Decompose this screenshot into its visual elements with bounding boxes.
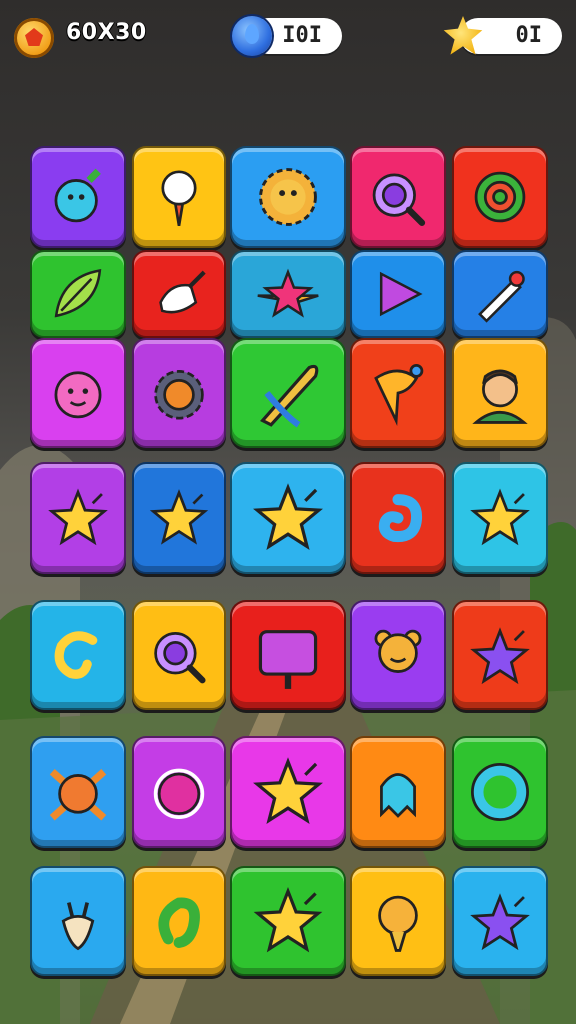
- orb-icon: [134, 738, 224, 846]
- game-tile[interactable]: [350, 866, 446, 976]
- game-tile[interactable]: [452, 600, 548, 710]
- game-tile[interactable]: [30, 250, 126, 338]
- play-triangle-icon: [352, 252, 444, 336]
- game-tile[interactable]: [132, 462, 226, 574]
- swirl-c-icon: [32, 602, 124, 708]
- game-tile[interactable]: [350, 462, 446, 574]
- game-tile[interactable]: [230, 736, 346, 848]
- game-tile[interactable]: [30, 338, 126, 448]
- ring-icon: [454, 738, 546, 846]
- pencil-icon: [454, 252, 546, 336]
- game-tile[interactable]: [30, 146, 126, 248]
- game-tile[interactable]: [452, 866, 548, 976]
- game-tile[interactable]: [30, 866, 126, 976]
- game-tile[interactable]: [230, 462, 346, 574]
- target-icon: [454, 148, 546, 246]
- water-drop-icon: [232, 16, 272, 56]
- lightbulb-icon: [352, 868, 444, 974]
- star-icon: [134, 464, 224, 572]
- game-tile[interactable]: [350, 146, 446, 248]
- game-tile[interactable]: [452, 338, 548, 448]
- game-tile[interactable]: [132, 736, 226, 848]
- swirl-icon: [352, 464, 444, 572]
- game-tile[interactable]: [452, 462, 548, 574]
- blue-creature-icon: [32, 148, 124, 246]
- coin-counter: 60X30: [66, 20, 147, 45]
- game-tile[interactable]: [230, 338, 346, 448]
- game-tile[interactable]: [230, 600, 346, 710]
- balloon-face-icon: [134, 148, 224, 246]
- drops-counter: I0I: [282, 23, 322, 48]
- star-icon: [232, 464, 344, 572]
- game-tile[interactable]: [30, 462, 126, 574]
- stars-counter: 0I: [515, 23, 543, 48]
- magnifier-icon: [352, 148, 444, 246]
- sign-icon: [232, 602, 344, 708]
- gear-face-icon: [134, 340, 224, 446]
- game-tile[interactable]: [230, 250, 346, 338]
- ghost-icon: [352, 738, 444, 846]
- game-tile[interactable]: [132, 600, 226, 710]
- bear-face-icon: [352, 602, 444, 708]
- game-tile[interactable]: [452, 736, 548, 848]
- game-tile[interactable]: [230, 146, 346, 248]
- pick-icon: [134, 252, 224, 336]
- game-tile[interactable]: [132, 146, 226, 248]
- bunny-icon: [32, 868, 124, 974]
- game-tile[interactable]: [350, 250, 446, 338]
- star-icon: [232, 738, 344, 846]
- game-tile[interactable]: [230, 866, 346, 976]
- purple-star-icon: [454, 868, 546, 974]
- star-icon: [232, 868, 344, 974]
- game-tile[interactable]: [30, 600, 126, 710]
- letter-a-icon: [134, 868, 224, 974]
- sun-face-icon: [232, 148, 344, 246]
- tree-icon: [352, 340, 444, 446]
- game-tile[interactable]: [452, 146, 548, 248]
- crossbones-face-icon: [32, 738, 124, 846]
- boy-avatar-icon: [454, 340, 546, 446]
- game-tile[interactable]: [350, 600, 446, 710]
- game-tile[interactable]: [30, 736, 126, 848]
- game-tile[interactable]: [452, 250, 548, 338]
- top-hud: 60X30 I0I 0I: [0, 14, 576, 62]
- game-tile[interactable]: [132, 866, 226, 976]
- star-icon: [454, 464, 546, 572]
- star-icon: [32, 464, 124, 572]
- rocket-icon: [232, 340, 344, 446]
- magnifier-icon: [134, 602, 224, 708]
- purple-star-icon: [454, 602, 546, 708]
- pink-star-icon: [232, 252, 344, 336]
- coin-icon: [14, 18, 54, 58]
- game-tile[interactable]: [132, 338, 226, 448]
- game-tile[interactable]: [350, 736, 446, 848]
- game-tile[interactable]: [132, 250, 226, 338]
- leaf-icon: [32, 252, 124, 336]
- pink-virus-icon: [32, 340, 124, 446]
- game-tile[interactable]: [350, 338, 446, 448]
